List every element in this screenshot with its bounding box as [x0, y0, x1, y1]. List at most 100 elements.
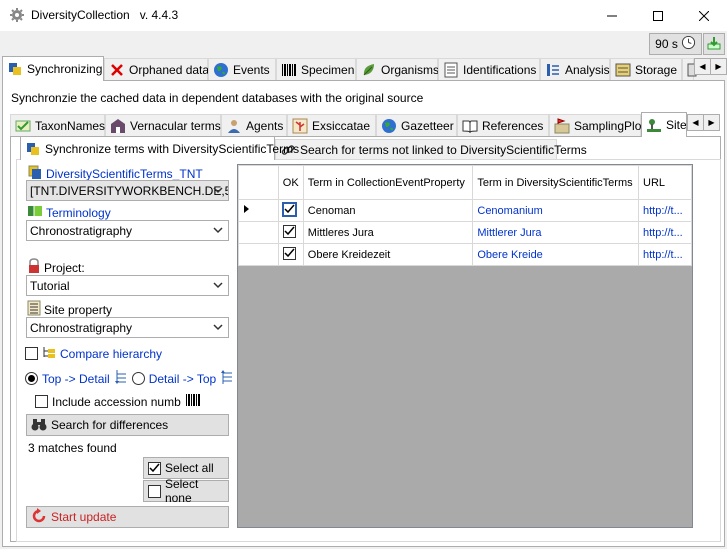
top-detail-radio[interactable] [25, 372, 38, 385]
hierarchy-icon [42, 345, 56, 362]
ok-cell[interactable] [277, 199, 304, 222]
column-header-url[interactable]: URL [638, 165, 692, 200]
chevron-down-icon [212, 321, 224, 333]
gear-icon [9, 7, 25, 23]
tab-scroll-left-button[interactable]: ◀ [694, 58, 711, 75]
top-detail-label: Top -> Detail [42, 371, 110, 386]
tab-synchronizing[interactable]: Synchronizing [2, 56, 104, 81]
close-button[interactable] [681, 0, 727, 31]
site-property-label: Site property [44, 302, 113, 317]
sync-icon [25, 141, 41, 157]
terms-grid: OK Term in CollectionEventProperty Term … [237, 164, 693, 528]
building-icon [110, 118, 126, 134]
url-cell[interactable]: http://t... [638, 221, 692, 244]
title-bar: DiversityCollection v. 4.4.3 [0, 0, 727, 31]
binoculars-icon [31, 417, 47, 434]
table-row[interactable]: Cenoman Cenomanium http://t... [238, 199, 692, 222]
tab-gazetteer[interactable]: Gazetteer [376, 114, 457, 136]
source-link[interactable]: DiversityScientificTerms_TNT [46, 167, 203, 181]
chevron-down-icon [212, 184, 224, 196]
book-icon [462, 118, 478, 134]
tab-events[interactable]: Events [208, 58, 276, 80]
barcode-icon [185, 393, 201, 410]
table-row[interactable]: Obere Kreidezeit Obere Kreide http://t..… [238, 243, 692, 266]
ok-cell[interactable] [277, 221, 304, 244]
compare-hierarchy-checkbox[interactable] [25, 347, 38, 360]
maximize-button[interactable] [635, 0, 681, 31]
tab-taxon-names[interactable]: TaxonNames [10, 114, 105, 136]
row-header[interactable] [238, 221, 279, 244]
sync-icon [7, 61, 23, 77]
grid-header-row: OK Term in CollectionEventProperty Term … [238, 165, 692, 200]
column-header-ok[interactable]: OK [277, 165, 304, 200]
column-header-dst[interactable]: Term in DiversityScientificTerms [472, 165, 639, 200]
dst-cell[interactable]: Cenomanium [472, 199, 639, 222]
tab-identifications[interactable]: Identifications [438, 58, 540, 80]
globe-icon [381, 118, 397, 134]
start-update-button[interactable]: Start update [26, 506, 229, 528]
chevron-down-icon [212, 279, 224, 291]
tab-agents[interactable]: Agents [221, 114, 287, 136]
row-header[interactable] [238, 199, 279, 222]
row-header-corner [238, 165, 279, 200]
term-cell[interactable]: Mittleres Jura [302, 221, 474, 244]
leaf-icon [361, 62, 377, 78]
tab-sampling-plots[interactable]: SamplingPlots [549, 114, 651, 136]
dst-cell[interactable]: Mittlerer Jura [472, 221, 639, 244]
term-cell[interactable]: Cenoman [302, 199, 474, 222]
project-combo[interactable]: Tutorial [26, 275, 229, 296]
row-header[interactable] [238, 243, 279, 266]
tab-storage[interactable]: Storage [610, 58, 682, 80]
timer-button[interactable]: 90 s [649, 33, 702, 55]
hierarchy-up-icon [220, 369, 234, 388]
select-all-button[interactable]: Select all [143, 457, 229, 479]
description-text: Synchronzie the cached data in dependent… [11, 91, 424, 105]
site-icon [646, 117, 662, 133]
download-button[interactable] [703, 33, 725, 55]
url-cell[interactable]: http://t... [638, 243, 692, 266]
window-title: DiversityCollection v. 4.4.3 [31, 8, 179, 22]
tab-overflow[interactable] [682, 58, 697, 80]
tab-site[interactable]: Site [641, 112, 687, 137]
tab-specimen[interactable]: Specimen [276, 58, 356, 80]
hierarchy-down-icon [114, 369, 128, 388]
download-icon [706, 35, 722, 54]
column-header-term[interactable]: Term in CollectionEventProperty [302, 165, 474, 200]
dst-cell[interactable]: Obere Kreide [472, 243, 639, 266]
ok-checkbox[interactable] [282, 203, 296, 216]
detail-top-radio[interactable] [131, 372, 145, 385]
include-accession-label: Include accession numb [52, 394, 181, 409]
tab-synchronize-terms[interactable]: Synchronize terms with DiversityScientif… [20, 136, 299, 160]
checked-box-icon [148, 461, 161, 475]
minimize-button[interactable] [589, 0, 635, 31]
select-none-button[interactable]: Select none [143, 477, 229, 505]
terminology-link[interactable]: Terminology [46, 206, 111, 220]
timer-label: 90 s [655, 37, 678, 51]
tab-search-unlinked-terms[interactable]: Search for terms not linked to Diversity… [275, 139, 587, 160]
tab-orphaned-data[interactable]: Orphaned data [104, 58, 209, 80]
tab-scroll-right-button[interactable]: ▶ [710, 58, 727, 75]
ok-checkbox[interactable] [282, 225, 296, 238]
tab-organisms[interactable]: Organisms [356, 58, 439, 80]
sub-tab-strip: TaxonNames Vernacular terms Agents Exsic… [10, 112, 725, 137]
direction-row: Top -> Detail Detail -> Top [25, 369, 234, 388]
site-property-combo[interactable]: Chronostratigraphy [26, 317, 229, 338]
tab-vernacular-terms[interactable]: Vernacular terms [105, 114, 221, 136]
subtab-scroll-right-button[interactable]: ▶ [703, 114, 720, 131]
main-tab-strip: Synchronizing Orphaned data Events Speci… [2, 56, 727, 81]
url-cell[interactable]: http://t... [638, 199, 692, 222]
terminology-combo[interactable]: Chronostratigraphy [26, 220, 229, 241]
tab-analysis[interactable]: Analysis [540, 58, 610, 80]
search-differences-button[interactable]: Search for differences [26, 414, 229, 436]
tab-exsiccatae[interactable]: Exsiccatae [287, 114, 376, 136]
tab-references[interactable]: References [457, 114, 549, 136]
barcode-icon [281, 62, 297, 78]
ok-cell[interactable] [277, 243, 304, 266]
ok-checkbox[interactable] [282, 247, 296, 260]
term-cell[interactable]: Obere Kreidezeit [302, 243, 474, 266]
table-row[interactable]: Mittleres Jura Mittlerer Jura http://t..… [238, 221, 692, 244]
include-accession-checkbox[interactable] [35, 395, 48, 408]
compare-hierarchy-label: Compare hierarchy [60, 346, 163, 361]
source-combo[interactable]: [TNT.DIVERSITYWORKBENCH.DE,5 [26, 180, 229, 201]
subtab-scroll-left-button[interactable]: ◀ [687, 114, 704, 131]
